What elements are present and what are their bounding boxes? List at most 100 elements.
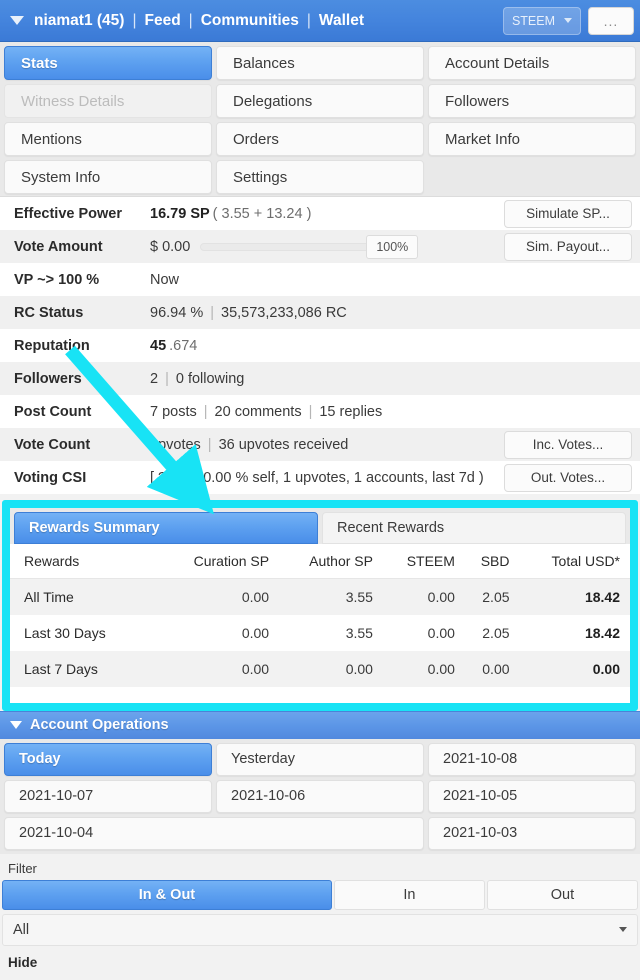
tab-system-info[interactable]: System Info — [4, 160, 212, 194]
value-separator: | — [203, 403, 208, 420]
tab-followers[interactable]: Followers — [428, 84, 636, 118]
row-label: VP ~> 100 % — [14, 271, 100, 288]
incoming-votes-button[interactable]: Inc. Votes... — [504, 430, 632, 459]
sim-payout-button[interactable]: Sim. Payout... — [504, 232, 632, 261]
row-label: Voting CSI — [14, 469, 87, 486]
row-label: RC Status — [14, 304, 84, 321]
app-root: niamat1 (45) | Feed | Communities | Wall… — [0, 0, 640, 980]
tab-orders[interactable]: Orders — [216, 122, 424, 156]
stats-row-reputation: Reputation 45 .674 — [0, 329, 640, 362]
date-tab-2021-10-04[interactable]: 2021-10-04 — [4, 816, 424, 850]
rewards-cell-sbd: 2.05 — [464, 614, 520, 651]
upvotes-received: 36 upvotes received — [218, 436, 349, 453]
rewards-cell-steem: 0.00 — [382, 650, 465, 687]
account-operations-header[interactable]: Account Operations — [0, 710, 640, 739]
date-tab-2021-10-03[interactable]: 2021-10-03 — [428, 816, 636, 850]
chevron-down-icon[interactable] — [10, 16, 24, 25]
rc-amount: 35,573,233,086 RC — [221, 304, 347, 321]
tab-delegations[interactable]: Delegations — [216, 84, 424, 118]
table-row: Last 30 Days 0.00 3.55 0.00 2.05 18.42 — [10, 614, 630, 651]
row-label: Vote Amount — [14, 238, 103, 255]
row-value: upvotes | 36 upvotes received — [150, 437, 504, 453]
reputation-integer: 45 — [150, 337, 167, 354]
date-tab-today[interactable]: Today — [4, 742, 212, 776]
comments-count: 20 comments — [214, 403, 302, 420]
vote-weight-slider[interactable]: 100% — [200, 234, 419, 259]
slider-thumb[interactable]: 100% — [366, 234, 419, 259]
simulate-sp-button[interactable]: Simulate SP... — [504, 199, 632, 228]
rewards-table-head: Rewards Curation SP Author SP STEEM SBD Total… — [10, 544, 630, 579]
tab-stats[interactable]: Stats — [4, 46, 212, 80]
row-label: Reputation — [14, 337, 90, 354]
rewards-table-body: All Time 0.00 3.55 0.00 2.05 18.42 Last 30 Day… — [10, 578, 630, 687]
tab-settings[interactable]: Settings — [216, 160, 424, 194]
rewards-column-header: SBD — [464, 544, 520, 579]
table-row: Last 7 Days 0.00 0.00 0.00 0.00 0.00 — [10, 650, 630, 687]
filter-segment-out[interactable]: Out — [486, 879, 638, 910]
filter-label: Filter — [8, 860, 37, 876]
rewards-tab-recent-rewards[interactable]: Recent Rewards — [322, 512, 626, 544]
stats-row-post-count: Post Count 7 posts | 20 comments | 15 re… — [0, 395, 640, 428]
rewards-cell-period: Last 30 Days — [10, 614, 159, 651]
filter-segmented-control: In & Out In Out — [0, 879, 640, 910]
stats-row-followers: Followers 2 | 0 following — [0, 362, 640, 395]
filter-segment-in[interactable]: In — [333, 879, 485, 910]
row-value: 45 .674 — [150, 338, 640, 354]
slider-track[interactable] — [200, 242, 373, 251]
rewards-cell-curation-sp: 0.00 — [158, 614, 280, 651]
rewards-table: Rewards Curation SP Author SP STEEM SBD Total… — [10, 544, 630, 687]
date-tab-2021-10-08[interactable]: 2021-10-08 — [428, 742, 636, 776]
nav-links: niamat1 (45) | Feed | Communities | Wall… — [34, 12, 364, 30]
outgoing-votes-button[interactable]: Out. Votes... — [504, 463, 632, 492]
row-value: $ 0.00 100% — [150, 234, 504, 259]
nav-link-feed[interactable]: Feed — [144, 12, 180, 30]
stats-row-vote-count: Vote Count upvotes | 36 upvotes received… — [0, 428, 640, 461]
row-value: 2 | 0 following — [150, 371, 640, 387]
rewards-header-row: Rewards Curation SP Author SP STEEM SBD Total… — [10, 544, 630, 579]
tab-account-details[interactable]: Account Details — [428, 46, 636, 80]
operation-type-dropdown[interactable]: All — [2, 913, 638, 946]
row-value: 16.79 SP ( 3.55 + 13.24 ) — [150, 206, 504, 222]
currency-select[interactable]: STEEM — [502, 6, 581, 35]
rewards-cell-curation-sp: 0.00 — [158, 650, 280, 687]
chevron-down-icon — [10, 721, 22, 729]
value-separator: | — [308, 403, 313, 420]
stats-row-vp-to-100: VP ~> 100 % Now — [0, 263, 640, 296]
dropdown-value: All — [13, 921, 30, 938]
tab-balances[interactable]: Balances — [216, 46, 424, 80]
rewards-cell-author-sp: 3.55 — [279, 578, 383, 615]
effective-power-value: 16.79 SP — [150, 205, 210, 222]
rewards-tab-rewards-summary[interactable]: Rewards Summary — [14, 512, 318, 544]
posts-count: 7 posts — [150, 403, 197, 420]
rewards-cell-author-sp: 3.55 — [279, 614, 383, 651]
filter-section: Filter In & Out In Out All Hide — [0, 853, 640, 970]
date-tab-2021-10-06[interactable]: 2021-10-06 — [216, 779, 424, 813]
tab-market-info[interactable]: Market Info — [428, 122, 636, 156]
tab-mentions[interactable]: Mentions — [4, 122, 212, 156]
date-tab-yesterday[interactable]: Yesterday — [216, 742, 424, 776]
stats-row-vote-amount: Vote Amount $ 0.00 100% Sim. Payout... — [0, 230, 640, 263]
nav-link-communities[interactable]: Communities — [201, 12, 299, 30]
filter-segment-in-out[interactable]: In & Out — [2, 879, 332, 910]
stats-row-effective-power: Effective Power 16.79 SP ( 3.55 + 13.24 … — [0, 197, 640, 230]
date-tab-2021-10-07[interactable]: 2021-10-07 — [4, 779, 212, 813]
nav-username[interactable]: niamat1 (45) — [34, 12, 124, 30]
tab-placeholder — [428, 160, 636, 194]
overflow-menu-button[interactable]: ... — [588, 6, 634, 35]
tab-witness-details[interactable]: Witness Details — [4, 84, 212, 118]
row-value: 7 posts | 20 comments | 15 replies — [150, 404, 640, 420]
vote-amount-value: $ 0.00 — [150, 238, 191, 255]
stats-row-rc-status: RC Status 96.94 % | 35,573,233,086 RC — [0, 296, 640, 329]
row-value: [ ? ] ( 100.00 % self, 1 upvotes, 1 acco… — [150, 469, 484, 486]
rewards-cell-period: All Time — [10, 578, 159, 615]
rewards-cell-sbd: 2.05 — [464, 578, 520, 615]
top-navbar: niamat1 (45) | Feed | Communities | Wall… — [0, 0, 640, 42]
hide-label: Hide — [8, 954, 38, 970]
stats-row-voting-csi: Voting CSI [ ? ] ( 100.00 % self, 1 upvo… — [0, 461, 640, 494]
nav-link-wallet[interactable]: Wallet — [319, 12, 364, 30]
rewards-cell-steem: 0.00 — [382, 578, 465, 615]
date-tab-2021-10-05[interactable]: 2021-10-05 — [428, 779, 636, 813]
rewards-cell-sbd: 0.00 — [464, 650, 520, 687]
reputation-decimal: .674 — [169, 337, 198, 354]
main-tab-grid: Stats Balances Account Details Witness Deta… — [0, 42, 640, 196]
